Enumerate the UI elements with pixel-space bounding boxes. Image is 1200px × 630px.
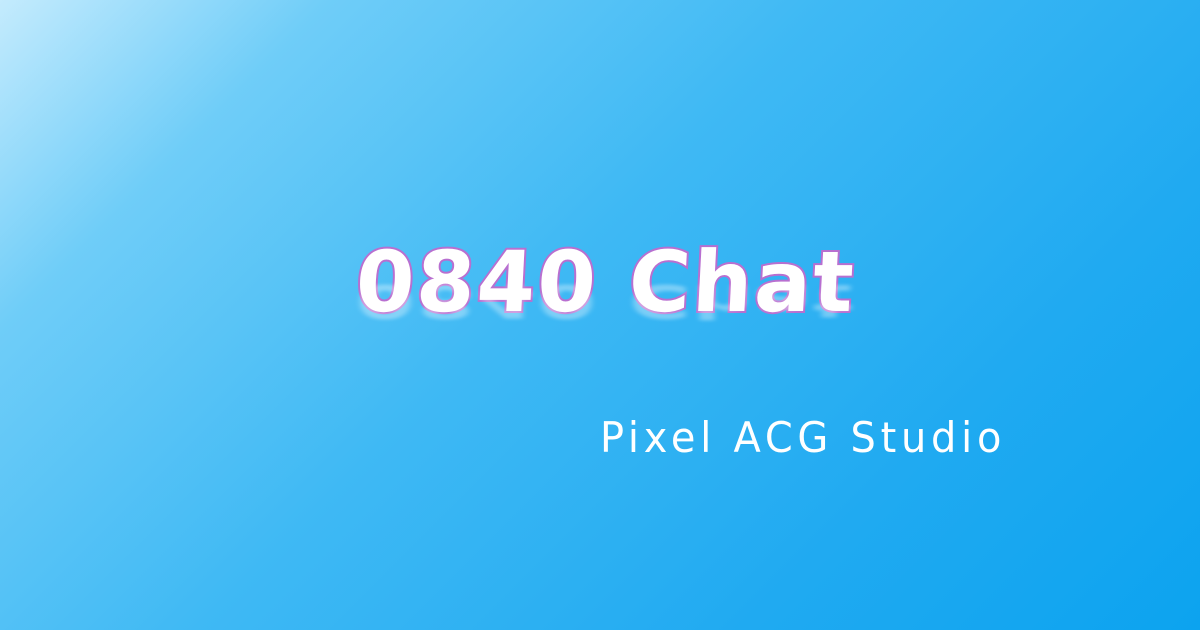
app-title: 0840 Chat	[351, 231, 859, 333]
studio-name: Pixel ACG Studio	[600, 413, 1007, 462]
banner: 0840 Chat 0840 Chat Pixel ACG Studio	[0, 0, 1200, 630]
